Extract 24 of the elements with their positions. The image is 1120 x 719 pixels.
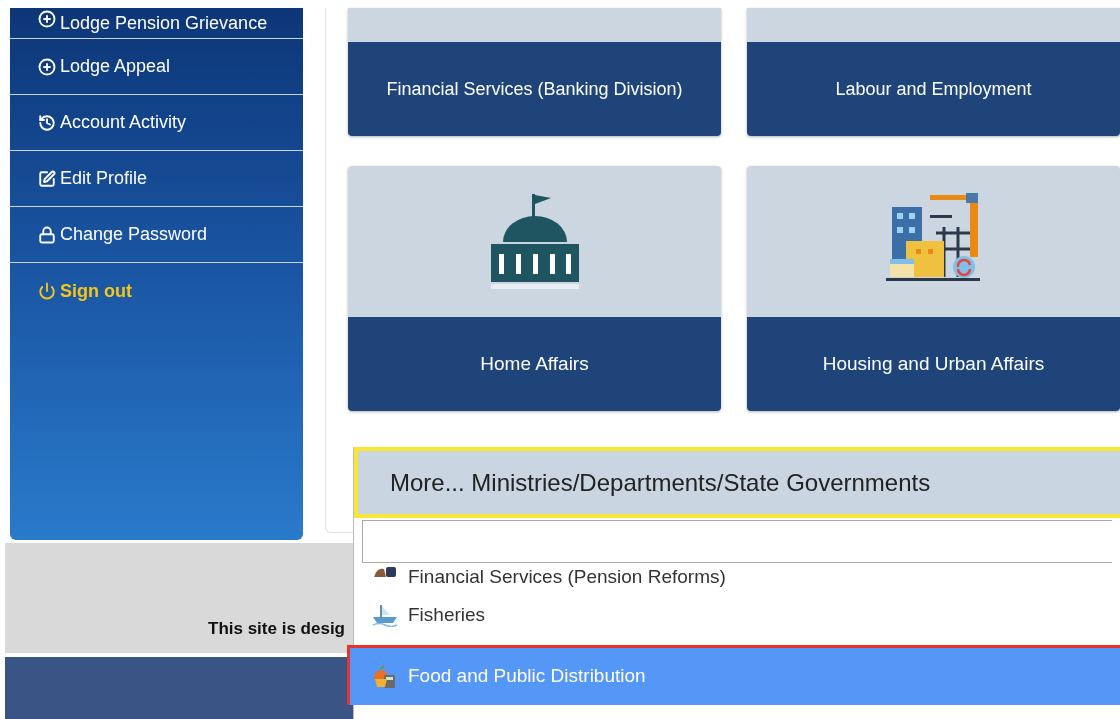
fishing-boat-icon: [372, 603, 398, 627]
sidebar-menu-item[interactable]: Lodge Appeal: [10, 39, 303, 95]
plus-circle-icon: [38, 57, 56, 76]
sidebar-menu-item[interactable]: Lodge Pension Grievance: [10, 8, 303, 39]
dropdown-title: More... Ministries/Departments/State Governments: [390, 467, 931, 498]
edit-icon: [38, 169, 56, 188]
dropdown-option[interactable]: Financial Services (Pension Reforms): [354, 563, 1120, 585]
card-title: Home Affairs: [480, 351, 589, 376]
card-title: Labour and Employment: [835, 77, 1032, 101]
lock-icon: [38, 225, 56, 244]
card-title: Financial Services (Banking Division): [386, 77, 683, 101]
plus-circle-icon: [38, 10, 56, 28]
sidebar-menu-item[interactable]: Change Password: [10, 207, 303, 263]
history-icon: [38, 113, 56, 132]
government-building-icon: [488, 191, 581, 292]
dropdown-header[interactable]: More... Ministries/Departments/State Governments: [354, 447, 1120, 518]
power-icon: [38, 282, 56, 300]
search-field[interactable]: [362, 520, 1112, 563]
card-title: Housing and Urban Affairs: [822, 351, 1045, 376]
sidebar-menu-item[interactable]: Account Activity: [10, 95, 303, 151]
sidebar-menu-item[interactable]: Edit Profile: [10, 151, 303, 207]
footer-text: This site is desig: [208, 617, 345, 640]
food-basket-icon: [372, 664, 398, 689]
sidebar-menu-item[interactable]: Sign out: [10, 263, 303, 319]
